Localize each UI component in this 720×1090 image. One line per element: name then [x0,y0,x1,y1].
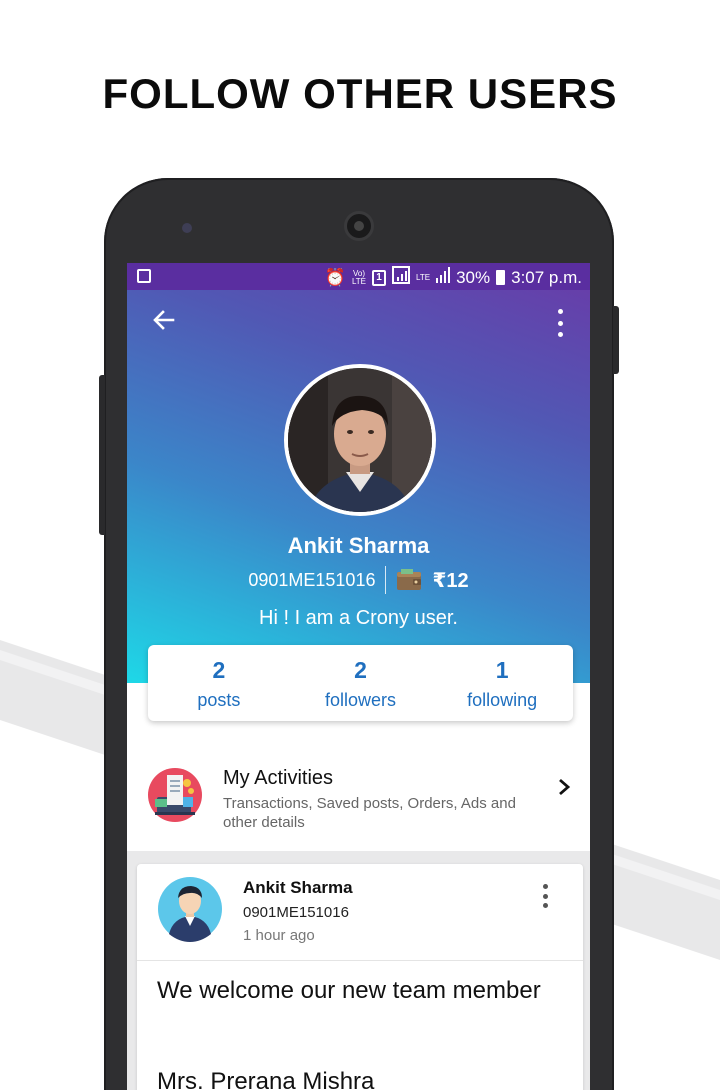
my-activities-row[interactable]: My Activities Transactions, Saved posts,… [127,753,590,849]
post-author-name[interactable]: Ankit Sharma [243,878,353,898]
profile-avatar[interactable] [284,364,436,516]
volte-indicator: Vo) LTE [351,268,367,286]
status-bar: ⏰ Vo) LTE 1 LTE 30% 3:07 p.m. [127,263,590,290]
app-screen: ⏰ Vo) LTE 1 LTE 30% 3:07 p.m. Ankit Shar… [127,263,590,1090]
alarm-icon: ⏰ [324,267,346,287]
signal-bars-icon [436,267,451,288]
post-overflow-menu-button[interactable] [541,884,549,908]
stat-value: 2 [354,657,367,683]
status-time: 3:07 p.m. [511,267,582,287]
wallet-balance[interactable]: ₹12 [432,568,468,593]
back-button[interactable] [149,307,179,337]
page-headline: FOLLOW OTHER USERS [102,70,618,117]
gallery-notification-icon [137,269,151,283]
post-author-id: 0901ME151016 [243,904,349,921]
profile-photo [288,368,432,512]
profile-bio: Hi ! I am a Crony user. [259,607,458,629]
post-author-avatar[interactable] [157,876,223,942]
stats-card: 2 posts 2 followers 1 following [148,645,573,721]
stat-posts[interactable]: 2 posts [148,645,290,721]
post-body-text-continued: Mrs. Prerana Mishra [157,1068,375,1090]
signal-icon [392,266,411,289]
stat-label: following [467,690,538,710]
post-timestamp: 1 hour ago [243,927,315,944]
profile-id-row: 0901ME151016 ₹12 [127,566,590,594]
stat-label: posts [197,690,241,710]
activities-title: My Activities [223,767,334,789]
more-vertical-icon [542,884,548,889]
post-card[interactable]: Ankit Sharma 0901ME151016 1 hour ago We … [137,864,583,1090]
battery-percent: 30% [456,267,491,287]
overflow-menu-button[interactable] [550,309,570,337]
phone-power-button [613,306,619,374]
more-vertical-icon [557,309,563,314]
stat-followers[interactable]: 2 followers [290,645,432,721]
id-divider [385,566,387,594]
chevron-right-icon [556,773,572,804]
phone-sensor [182,223,192,233]
profile-user-id: 0901ME151016 [248,569,376,590]
activities-icon [148,768,202,822]
stat-label: followers [324,690,397,710]
wallet-icon [397,569,422,590]
profile-name: Ankit Sharma [287,533,430,558]
arrow-left-icon [153,310,175,330]
phone-camera [344,211,374,241]
stat-value: 2 [212,657,226,683]
lte-indicator: LTE [416,272,431,282]
post-body-text: We welcome our new team member [157,977,541,1004]
stat-following[interactable]: 1 following [431,645,573,721]
post-divider [137,960,583,961]
stat-value: 1 [495,657,509,683]
activities-description: Transactions, Saved posts, Orders, Ads a… [223,795,516,831]
battery-icon [496,270,506,285]
sim-slot-icon: 1 [372,269,387,286]
phone-volume-button [99,375,105,535]
